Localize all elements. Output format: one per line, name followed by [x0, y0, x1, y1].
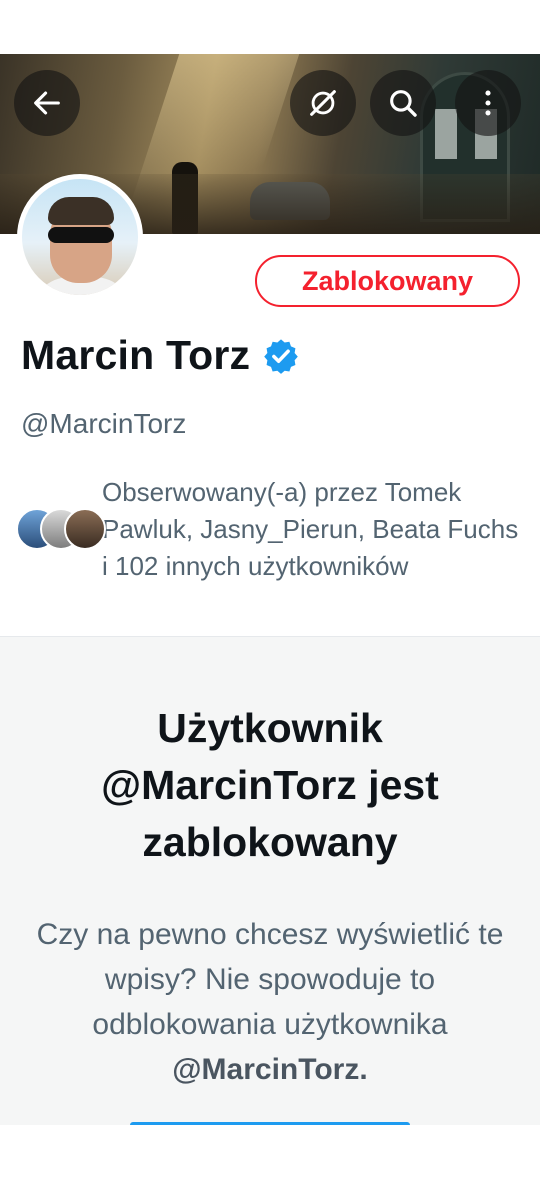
- profile-name-row: Marcin Torz: [21, 332, 300, 379]
- followers-you-know[interactable]: Obserwowany(-a) przez Tomek Pawluk, Jasn…: [16, 474, 526, 585]
- more-button[interactable]: [455, 70, 521, 136]
- display-name: Marcin Torz: [21, 332, 251, 378]
- blocked-notice-title: Użytkownik @MarcinTorz jest zablokowany: [101, 705, 439, 865]
- view-posts-button[interactable]: [130, 1122, 410, 1125]
- arrow-left-icon: [34, 91, 60, 115]
- blocked-notice-text: Czy na pewno chcesz wyświetlić te wpisy?…: [36, 918, 504, 1041]
- follower-avatar: [64, 507, 106, 550]
- verified-badge-icon[interactable]: [262, 337, 300, 375]
- blocked-notice-handle: @MarcinTorz.: [172, 1053, 368, 1086]
- follower-avatars: [16, 507, 106, 552]
- more-vertical-icon: [485, 90, 491, 116]
- back-button[interactable]: [14, 70, 80, 136]
- search-icon: [390, 90, 417, 117]
- avatar-hair: [48, 197, 114, 225]
- profile-handle: @MarcinTorz: [21, 408, 187, 439]
- avatar-sunglasses: [48, 227, 114, 243]
- followed-by-text: Obserwowany(-a) przez Tomek Pawluk, Jasn…: [102, 477, 519, 581]
- search-button[interactable]: [370, 70, 436, 136]
- blocked-button[interactable]: Zablokowany: [255, 255, 520, 307]
- unmute-button[interactable]: [290, 70, 356, 136]
- no-sound-icon: [310, 90, 336, 116]
- profile-avatar[interactable]: [17, 174, 143, 300]
- blocked-notice-description: Czy na pewno chcesz wyświetlić te wpisy?…: [30, 912, 510, 1092]
